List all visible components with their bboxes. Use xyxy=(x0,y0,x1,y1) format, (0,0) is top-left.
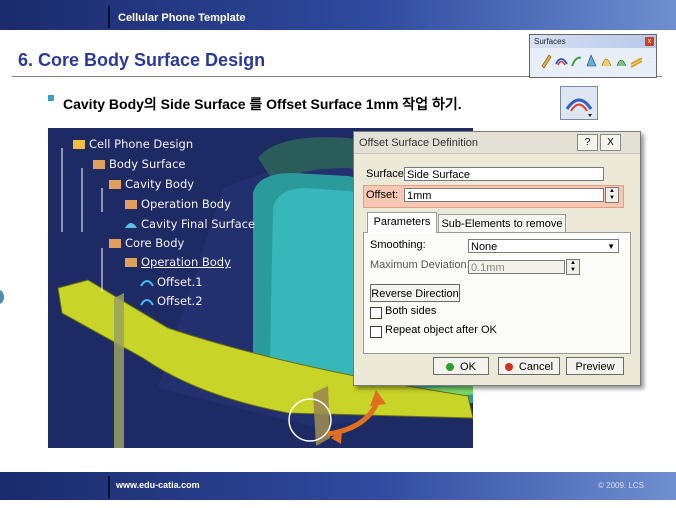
repeat-object-label: Repeat object after OK xyxy=(385,324,497,336)
sweep-icon[interactable] xyxy=(570,52,583,70)
spin-down-icon[interactable]: ▼ xyxy=(567,267,579,274)
geometrical-set-icon xyxy=(125,258,137,267)
offset-icon[interactable] xyxy=(555,52,568,70)
surface-icon xyxy=(125,223,137,228)
loft-icon[interactable] xyxy=(600,52,613,70)
dialog-title: Offset Surface Definition xyxy=(359,137,479,149)
offset-surface-dialog: Offset Surface Definition ? X Surface: S… xyxy=(353,131,641,386)
slide-title: 6. Core Body Surface Design xyxy=(18,50,266,70)
dialog-titlebar[interactable]: Offset Surface Definition ? X xyxy=(354,132,640,154)
surfaces-toolbar-title: Surfaces xyxy=(534,37,566,46)
parameters-panel: Smoothing: None ▼ Maximum Deviation: 0.1… xyxy=(363,232,631,354)
tab-sub-elements[interactable]: Sub-Elements to remove xyxy=(438,214,566,233)
tree-node-offset-1[interactable]: Offset.1 xyxy=(140,275,203,289)
tree-node-label: Body Surface xyxy=(109,157,186,171)
smoothing-select[interactable]: None ▼ xyxy=(468,239,619,253)
offset-surface-icon xyxy=(560,86,598,120)
max-deviation-spinner[interactable]: ▲ ▼ xyxy=(566,259,580,275)
instruction-text: Cavity Body의 Side Surface 를 Offset Surfa… xyxy=(63,96,462,112)
offset-spinner[interactable]: ▲ ▼ xyxy=(605,187,619,203)
tree-node-cell-phone-design[interactable]: Cell Phone Design xyxy=(72,137,193,151)
tree-node-label: Operation Body xyxy=(141,255,231,269)
max-deviation-label: Maximum Deviation: xyxy=(370,259,470,271)
spin-down-icon[interactable]: ▼ xyxy=(606,195,618,202)
header-bar: Cellular Phone Template xyxy=(0,0,676,30)
offset-feature-icon xyxy=(140,280,154,287)
tab-parameters[interactable]: Parameters xyxy=(367,212,437,233)
geometrical-set-icon xyxy=(93,160,105,169)
extrude-icon[interactable] xyxy=(540,52,553,70)
tree-node-offset-2[interactable]: Offset.2 xyxy=(140,294,203,308)
ok-button-label: OK xyxy=(460,361,476,373)
footer-bar: www.edu-catia.com xyxy=(0,472,676,500)
offset-field[interactable]: 1mm xyxy=(404,188,604,202)
chevron-down-icon[interactable]: ▼ xyxy=(607,240,615,254)
tree-node-label: Offset.1 xyxy=(157,275,203,289)
cancel-button[interactable]: Cancel xyxy=(498,357,560,375)
tree-node-label: Core Body xyxy=(125,236,185,250)
tree-node-label: Operation Body xyxy=(141,197,231,211)
spin-up-icon[interactable]: ▲ xyxy=(567,260,579,267)
surfaces-toolbar: Surfaces x xyxy=(529,34,657,78)
tree-node-cavity-final-surface[interactable]: Cavity Final Surface xyxy=(124,217,255,231)
toolbar-close-icon[interactable]: x xyxy=(645,37,654,46)
surface-label: Surface: xyxy=(366,168,407,180)
max-deviation-field[interactable]: 0.1mm xyxy=(468,260,565,274)
bullet-marker xyxy=(48,95,54,101)
copyright-text: © 2009. LCS xyxy=(598,481,644,490)
ok-icon xyxy=(446,363,455,371)
geometrical-set-icon xyxy=(109,239,121,248)
multi-sections-icon[interactable] xyxy=(630,52,643,70)
header-title: Cellular Phone Template xyxy=(118,12,246,24)
offset-feature-icon xyxy=(140,299,154,306)
help-button[interactable]: ? xyxy=(577,134,598,151)
blend-icon[interactable] xyxy=(615,52,628,70)
smoothing-label: Smoothing: xyxy=(370,239,426,251)
fill-icon[interactable] xyxy=(585,52,598,70)
spin-up-icon[interactable]: ▲ xyxy=(606,188,618,195)
tree-node-operation-body-1[interactable]: Operation Body xyxy=(124,197,231,211)
reverse-direction-button[interactable]: Reverse Direction xyxy=(370,284,460,302)
geometrical-set-icon xyxy=(125,200,137,209)
header-separator xyxy=(108,6,110,28)
geometrical-set-icon xyxy=(109,180,121,189)
product-icon xyxy=(73,140,85,149)
tree-node-label: Cell Phone Design xyxy=(89,137,194,151)
tree-node-label: Cavity Body xyxy=(125,177,195,191)
offset-label: Offset: xyxy=(366,189,399,201)
both-sides-checkbox[interactable] xyxy=(370,307,382,319)
tree-node-cavity-body[interactable]: Cavity Body xyxy=(108,177,194,191)
tree-node-label: Offset.2 xyxy=(157,294,203,308)
surface-field[interactable]: Side Surface xyxy=(404,167,604,181)
footer-separator xyxy=(108,476,110,498)
both-sides-label: Both sides xyxy=(385,305,437,317)
tree-node-core-body[interactable]: Core Body xyxy=(108,236,184,250)
cancel-button-label: Cancel xyxy=(518,361,554,373)
tree-node-operation-body-2[interactable]: Operation Body xyxy=(124,255,231,269)
tree-node-body-surface[interactable]: Body Surface xyxy=(92,157,186,171)
repeat-object-checkbox[interactable] xyxy=(370,326,382,338)
surfaces-toolbar-caption: Surfaces x xyxy=(530,35,656,48)
close-button[interactable]: X xyxy=(600,134,621,151)
ok-button[interactable]: OK xyxy=(433,357,489,375)
tree-node-label: Cavity Final Surface xyxy=(141,217,256,231)
preview-button[interactable]: Preview xyxy=(566,357,624,375)
cancel-icon xyxy=(504,363,513,371)
smoothing-value: None xyxy=(471,241,498,253)
footer-url[interactable]: www.edu-catia.com xyxy=(116,480,200,490)
slide-nav-handle[interactable] xyxy=(0,290,4,304)
